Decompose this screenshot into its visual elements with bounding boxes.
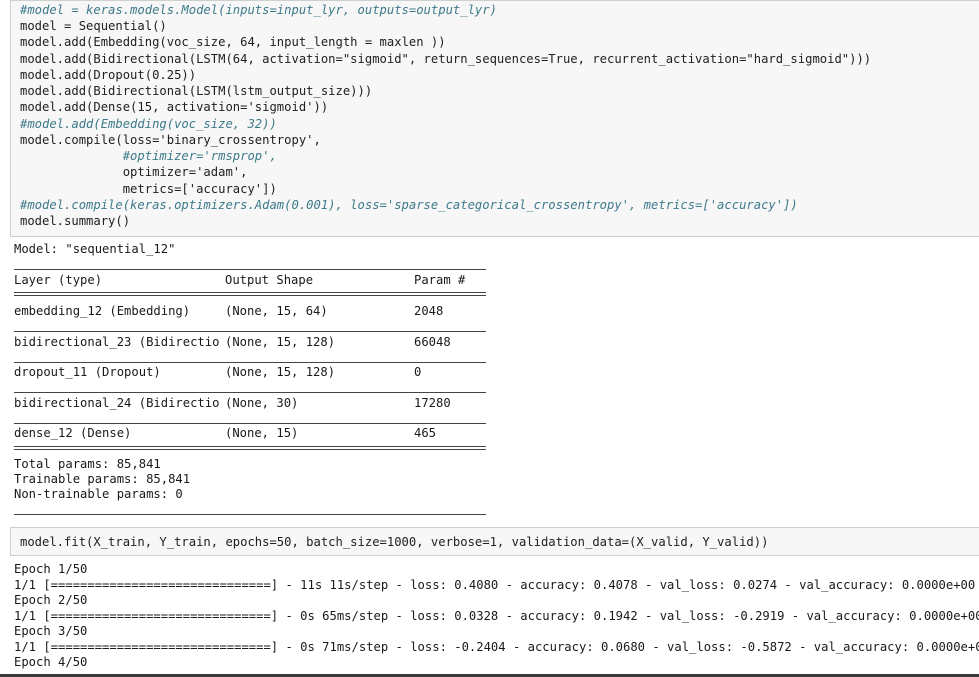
epoch-progress: 1/1 [==============================] - 0… [14, 640, 979, 654]
summary-row-shape: (None, 15, 128) [225, 365, 336, 379]
code-line: model.compile(loss='binary_crossentropy'… [20, 133, 321, 147]
summary-row-params: 66048 [414, 335, 451, 349]
code-line: model = Sequential() [20, 19, 167, 33]
summary-row-params: 2048 [414, 304, 444, 318]
code-line: model.add(Dense(15, activation='sigmoid'… [20, 100, 329, 114]
epoch-progress: 1/1 [==============================] - 0… [14, 609, 979, 623]
divider [14, 514, 486, 515]
epoch-progress: 1/1 [==============================] - 1… [14, 578, 976, 592]
summary-row-layer: dropout_11 (Dropout) [14, 365, 161, 379]
divider [14, 292, 486, 296]
divider [14, 446, 486, 450]
code-line: #model.compile(keras.optimizers.Adam(0.0… [20, 198, 798, 212]
summary-row-layer: bidirectional_24 (Bidirectio [14, 396, 220, 410]
trainable-params: Trainable params: 85,841 [14, 472, 191, 486]
summary-row-params: 0 [414, 365, 422, 379]
code-line: model.add(Dropout(0.25)) [20, 68, 197, 82]
epoch-label: Epoch 2/50 [14, 593, 88, 607]
code-line: model.add(Embedding(voc_size, 64, input_… [20, 35, 446, 49]
summary-row-layer: embedding_12 (Embedding) [14, 304, 191, 318]
summary-header-params: Param # [414, 273, 466, 287]
epoch-label: Epoch 4/50 [14, 655, 88, 669]
summary-row-shape: (None, 15, 64) [225, 304, 328, 318]
summary-header-shape: Output Shape [225, 273, 314, 287]
summary-row-layer: dense_12 (Dense) [14, 426, 132, 440]
summary-header-layer: Layer (type) [14, 273, 103, 287]
total-params: Total params: 85,841 [14, 457, 161, 471]
code-line: #optimizer='rmsprop', [20, 149, 277, 163]
epoch-label: Epoch 1/50 [14, 562, 88, 576]
divider [14, 362, 486, 363]
code-line: model.add(Bidirectional(LSTM(lstm_output… [20, 84, 373, 98]
code-line: optimizer='adam', [20, 165, 248, 179]
model-title: Model: "sequential_12" [14, 242, 176, 256]
code-line: metrics=['accuracy']) [20, 182, 277, 196]
summary-row-shape: (None, 30) [225, 396, 299, 410]
code-line: #model = keras.models.Model(inputs=input… [20, 3, 497, 17]
code-line: model.summary() [20, 214, 131, 228]
divider [14, 423, 486, 424]
summary-row-shape: (None, 15) [225, 426, 299, 440]
divider [14, 269, 486, 270]
divider [14, 392, 486, 393]
code-line: model.add(Bidirectional(LSTM(64, activat… [20, 52, 872, 66]
code-line: model.fit(X_train, Y_train, epochs=50, b… [20, 535, 769, 549]
summary-row-shape: (None, 15, 128) [225, 335, 336, 349]
non-trainable-params: Non-trainable params: 0 [14, 487, 183, 501]
summary-row-params: 17280 [414, 396, 451, 410]
divider [14, 331, 486, 332]
epoch-label: Epoch 3/50 [14, 624, 88, 638]
summary-row-layer: bidirectional_23 (Bidirectio [14, 335, 220, 349]
summary-row-params: 465 [414, 426, 437, 440]
code-line: #model.add(Embedding(voc_size, 32)) [20, 117, 277, 131]
